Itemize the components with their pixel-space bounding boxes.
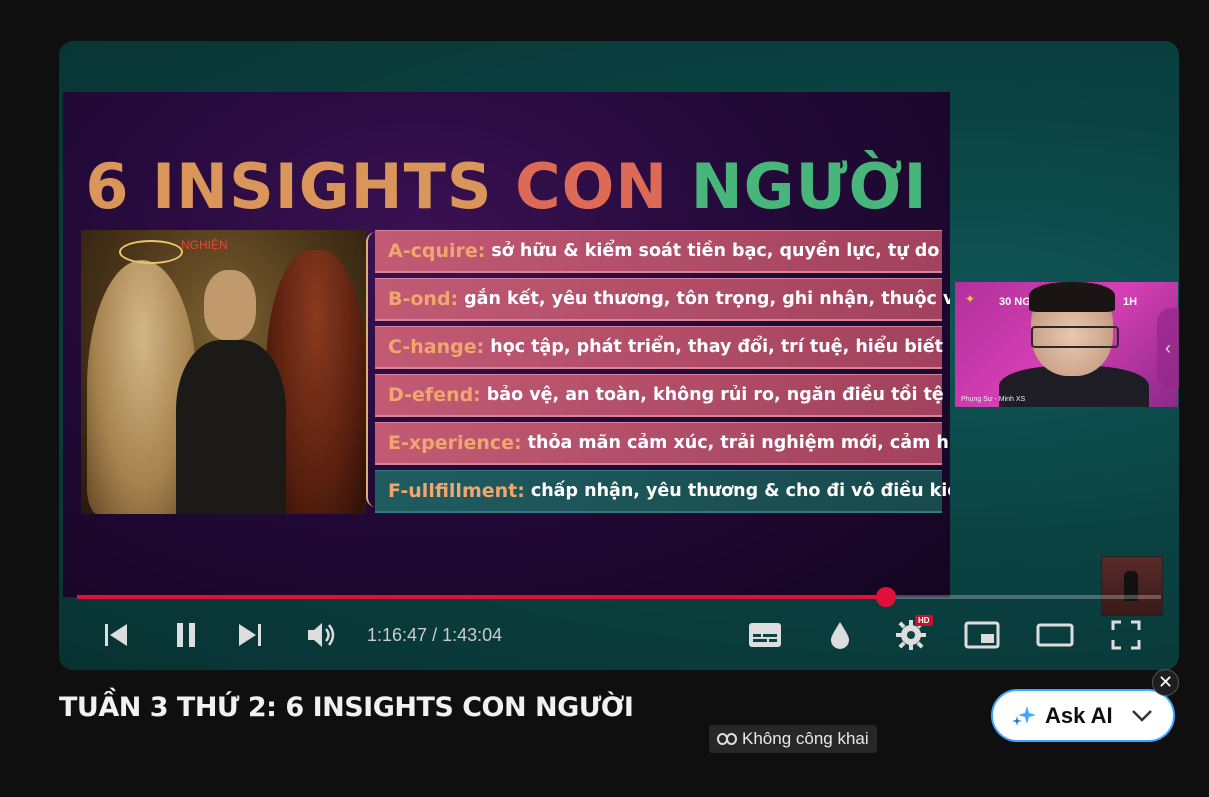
webcam-overlay: ✦ 30 NGÀ 1H Phụng Sự - Minh XS: [955, 282, 1178, 407]
chevron-left-icon[interactable]: ‹: [1157, 308, 1179, 388]
webcam-name: Phụng Sự - Minh XS: [961, 396, 1026, 403]
settings-icon[interactable]: HD: [893, 615, 933, 655]
video-title: TUẦN 3 THỨ 2: 6 INSIGHTS CON NGƯỜI: [59, 692, 634, 723]
pause-icon[interactable]: [171, 615, 201, 655]
slide-painting: NGHIỆN: [81, 230, 366, 514]
slide-title-part2: CON: [515, 150, 691, 223]
duration: 1:43:04: [442, 625, 503, 645]
theater-mode-icon[interactable]: [1035, 615, 1075, 655]
progress-bar[interactable]: [77, 587, 1161, 607]
insight-list: A-cquire: sở hữu & kiểm soát tiền bạc, qu…: [375, 230, 950, 518]
current-time: 1:16:47: [367, 625, 428, 645]
insight-row: A-cquire: sở hữu & kiểm soát tiền bạc, qu…: [375, 230, 942, 273]
sparkle-icon: [1012, 705, 1036, 726]
miniplayer-icon[interactable]: [963, 615, 1001, 655]
link-icon: [717, 733, 737, 745]
insight-row: E-xperience: thỏa mãn cảm xúc, trải nghiệ…: [375, 422, 950, 465]
slide-title-part3: NGƯỜI: [690, 150, 928, 223]
painting-caption: NGHIỆN: [181, 238, 228, 252]
webcam-title-suffix: 1H: [1123, 296, 1138, 308]
ambient-mode-icon[interactable]: [825, 615, 855, 655]
progress-played: [77, 595, 886, 599]
slide-title: 6 INSIGHTS CON NGƯỜI: [63, 150, 950, 223]
next-icon[interactable]: [235, 615, 265, 655]
slide-title-part1: 6 INSIGHTS: [85, 150, 516, 223]
time-display: 1:16:47 / 1:43:04: [367, 625, 503, 645]
video-player[interactable]: 6 INSIGHTS CON NGƯỜI NGHIỆN A-cquire: sở …: [59, 41, 1179, 670]
insight-row: C-hange: học tập, phát triển, thay đổi, t…: [375, 326, 943, 369]
ask-ai-label: Ask AI: [1045, 702, 1113, 728]
hd-badge: HD: [915, 615, 933, 626]
scrubber-handle[interactable]: [875, 587, 896, 607]
volume-icon[interactable]: [305, 615, 339, 655]
fullscreen-icon[interactable]: [1109, 615, 1143, 655]
slide-content: 6 INSIGHTS CON NGƯỜI NGHIỆN A-cquire: sở …: [63, 92, 950, 597]
insight-row: B-ond: gắn kết, yêu thương, tôn trọng, gh…: [375, 278, 950, 321]
insight-row: D-efend: bảo vệ, an toàn, không rủi ro, n…: [375, 374, 944, 417]
player-controls: 1:16:47 / 1:43:04 HD: [59, 609, 1179, 659]
chevron-down-icon[interactable]: [1131, 709, 1153, 723]
ask-ai-button[interactable]: Ask AI: [991, 689, 1175, 742]
previous-icon[interactable]: [101, 615, 131, 655]
insight-row: F-ullfillment: chấp nhận, yêu thương & ch…: [375, 470, 950, 513]
storyboard-thumbnail: [1101, 556, 1163, 616]
privacy-label: Không công khai: [742, 729, 869, 748]
close-icon[interactable]: ✕: [1152, 669, 1179, 696]
privacy-badge: Không công khai: [709, 725, 877, 753]
star-logo-icon: ✦: [965, 292, 976, 306]
subtitles-icon[interactable]: [747, 615, 783, 655]
